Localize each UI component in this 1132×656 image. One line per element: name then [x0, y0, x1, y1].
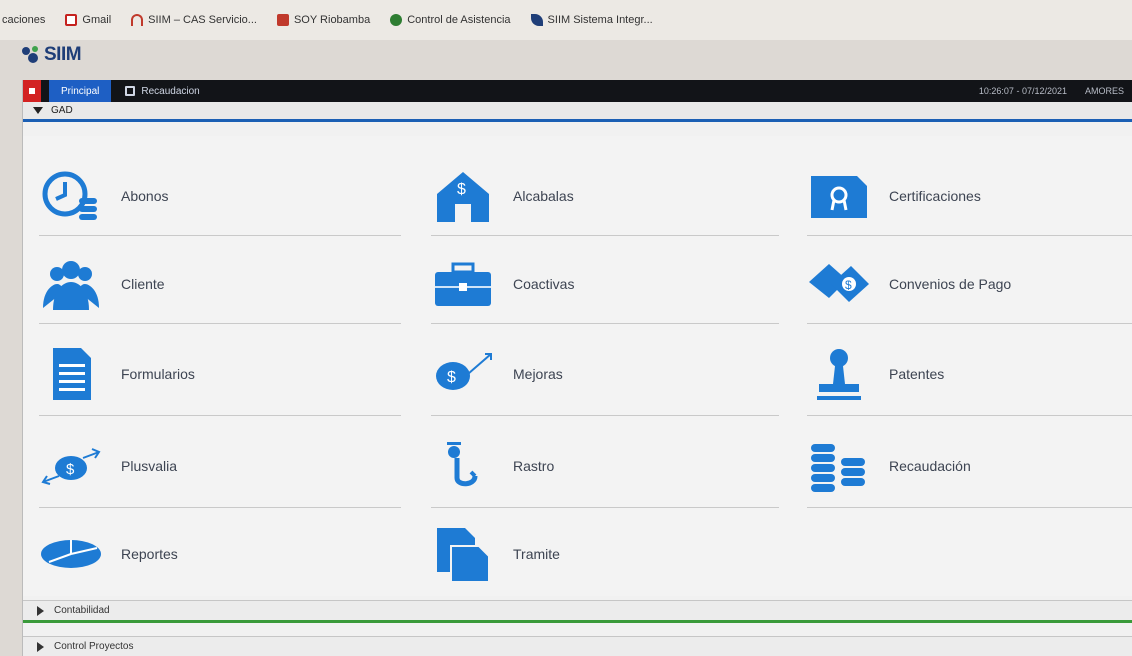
close-icon	[29, 88, 35, 94]
module-label: Cliente	[121, 275, 165, 292]
module-mejoras[interactable]: $ Mejoras	[431, 332, 779, 416]
briefcase-icon	[431, 256, 495, 312]
tab-principal[interactable]: Principal	[49, 80, 112, 102]
gmail-icon	[65, 14, 78, 26]
datetime-display: 10:26:07 - 07/12/2021	[978, 86, 1067, 96]
section-title: Control Proyectos	[54, 641, 134, 652]
document-icon	[39, 346, 103, 402]
module-label: Reportes	[121, 546, 178, 562]
module-label: Mejoras	[513, 365, 563, 382]
arch-icon	[131, 14, 144, 26]
stamp-icon	[807, 346, 871, 402]
section-header-gad[interactable]: GAD	[23, 102, 1132, 122]
bookmark-item[interactable]: caciones	[2, 14, 45, 26]
bookmark-label: SOY Riobamba	[293, 14, 371, 26]
bookmark-label: Gmail	[82, 14, 112, 26]
green-divider	[23, 620, 1132, 623]
modules-grid: Abonos $ Alcabalas Certificaciones Clien…	[23, 136, 1132, 596]
module-label: Recaudación	[889, 457, 971, 474]
module-cliente[interactable]: Cliente	[39, 244, 401, 324]
module-tramite[interactable]: Tramite	[431, 516, 779, 592]
green-badge-icon	[390, 14, 403, 26]
logo-text: SIIM	[44, 44, 82, 65]
bookmark-label: caciones	[2, 14, 46, 26]
svg-text:$: $	[66, 461, 75, 478]
section-title: GAD	[51, 105, 73, 116]
red-square-icon	[276, 14, 289, 26]
module-rastro[interactable]: Rastro	[431, 424, 779, 508]
module-alcabalas[interactable]: $ Alcabalas	[431, 156, 779, 236]
bird-icon	[530, 14, 543, 26]
module-convenios-de-pago[interactable]: $ Convenios de Pago	[807, 244, 1132, 324]
section-title: Contabilidad	[54, 605, 110, 616]
certificate-icon	[807, 168, 871, 224]
module-patentes[interactable]: Patentes	[807, 332, 1132, 416]
house-dollar-icon: $	[431, 168, 495, 224]
svg-text:$: $	[845, 278, 852, 292]
money-exchange-icon: $	[39, 438, 103, 494]
hook-icon	[431, 438, 495, 494]
tab-recaudacion[interactable]: Recaudacion	[125, 85, 200, 97]
module-label: Tramite	[513, 546, 560, 562]
coin-stacks-icon	[807, 438, 871, 494]
clock-coins-icon	[39, 168, 103, 224]
handshake-icon: $	[807, 256, 871, 312]
bookmark-label: Control de Asistencia	[407, 14, 511, 26]
module-label: Alcabalas	[513, 187, 574, 204]
module-abonos[interactable]: Abonos	[39, 156, 401, 236]
module-label: Certificaciones	[889, 187, 981, 204]
money-growth-icon: $	[431, 346, 495, 402]
module-reportes[interactable]: Reportes	[39, 516, 401, 592]
section-header-control-proyectos[interactable]: Control Proyectos	[23, 636, 1132, 656]
module-label: Convenios de Pago	[889, 275, 1012, 292]
top-menu-bar: Principal Recaudacion 10:26:07 - 07/12/2…	[23, 80, 1132, 102]
grid-icon	[125, 86, 136, 96]
files-icon	[431, 526, 495, 582]
svg-text:$: $	[457, 181, 466, 198]
logo-mark-icon	[22, 46, 38, 63]
app-window: Principal Recaudacion 10:26:07 - 07/12/2…	[22, 80, 1132, 656]
module-formularios[interactable]: Formularios	[39, 332, 401, 416]
pie-chart-icon	[39, 526, 103, 582]
svg-text:$: $	[447, 369, 456, 386]
bookmark-item[interactable]: SIIM – CAS Servicio...	[131, 14, 257, 26]
bookmark-item[interactable]: Control de Asistencia	[390, 14, 511, 26]
module-recaudacion[interactable]: Recaudación	[807, 424, 1132, 508]
module-coactivas[interactable]: Coactivas	[431, 244, 779, 324]
users-group-icon	[39, 256, 103, 312]
bookmark-item[interactable]: SIIM Sistema Integr...	[530, 14, 653, 26]
bookmark-item[interactable]: SOY Riobamba	[276, 14, 371, 26]
user-name: AMORES	[1084, 86, 1124, 96]
expand-triangle-icon	[37, 641, 44, 652]
tab-label: Recaudacion	[141, 85, 200, 97]
module-label: Plusvalia	[121, 457, 178, 474]
module-plusvalia[interactable]: $ Plusvalia	[39, 424, 401, 508]
module-label: Coactivas	[513, 275, 575, 292]
module-label: Patentes	[889, 365, 945, 382]
section-header-contabilidad[interactable]: Contabilidad	[23, 600, 1132, 620]
close-button[interactable]	[23, 80, 41, 102]
module-certificaciones[interactable]: Certificaciones	[807, 156, 1132, 236]
collapse-triangle-icon	[33, 107, 43, 114]
module-label: Rastro	[513, 457, 555, 474]
app-logo: SIIM	[20, 44, 82, 66]
bookmark-label: SIIM – CAS Servicio...	[148, 14, 257, 26]
expand-triangle-icon	[37, 605, 44, 616]
bookmarks-bar: caciones Gmail SIIM – CAS Servicio... SO…	[0, 0, 1132, 40]
tab-label: Principal	[61, 85, 100, 97]
bookmark-item[interactable]: Gmail	[65, 14, 111, 26]
module-label: Formularios	[121, 365, 195, 382]
module-label: Abonos	[121, 187, 169, 204]
bookmark-label: SIIM Sistema Integr...	[547, 14, 653, 26]
